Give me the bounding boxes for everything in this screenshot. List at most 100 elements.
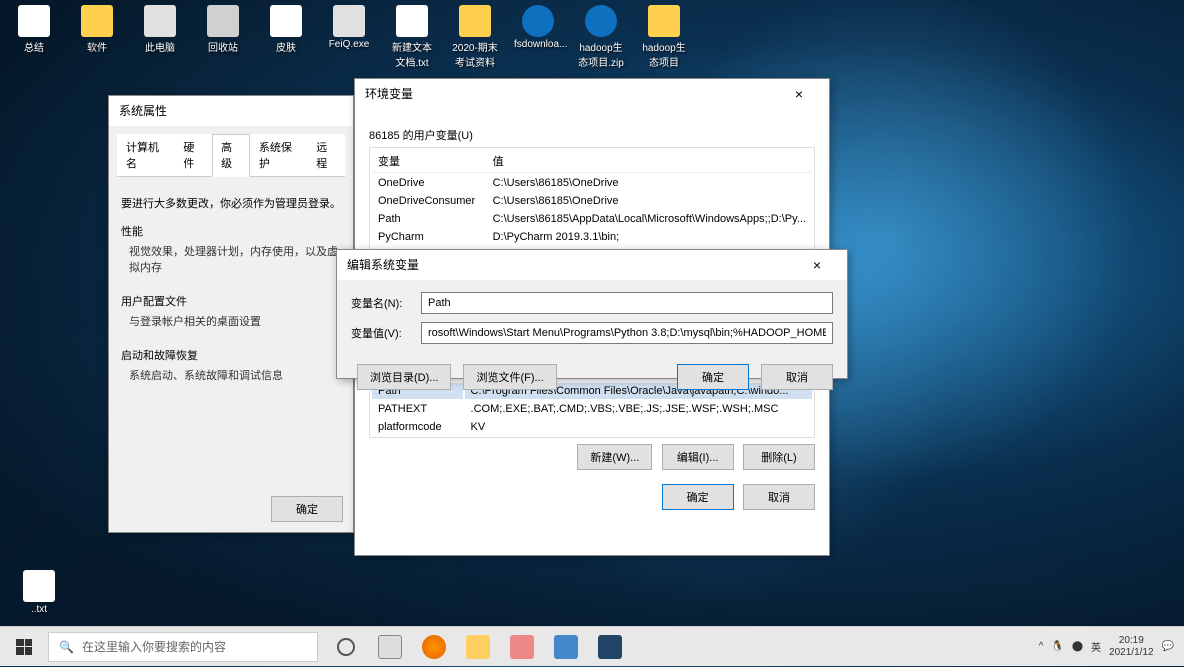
icon-label: 此电脑 xyxy=(136,39,184,54)
desktop-icon[interactable]: fsdownloa... xyxy=(514,5,562,69)
table-row[interactable]: platformcodeKV xyxy=(372,419,812,435)
ok-button[interactable]: 确定 xyxy=(677,364,749,390)
taskbar-apps xyxy=(326,627,630,667)
table-row[interactable]: OneDriveC:\Users\86185\OneDrive xyxy=(372,175,812,191)
icon-label: 回收站 xyxy=(199,39,247,54)
new-button[interactable]: 新建(W)... xyxy=(577,444,652,470)
system-tray: ^ 🐧 ⬤ 英 20:19 2021/1/12 💬 xyxy=(1039,635,1184,659)
close-icon[interactable]: × xyxy=(779,79,819,109)
section-desc: 视觉效果，处理器计划，内存使用，以及虚拟内存 xyxy=(121,243,341,275)
search-input[interactable]: 🔍 在这里输入你要搜索的内容 xyxy=(48,632,318,662)
notifications-icon[interactable]: 💬 xyxy=(1162,641,1174,652)
section-title: 性能 xyxy=(121,223,341,239)
tab-远程[interactable]: 远程 xyxy=(307,134,345,176)
icon-label: 软件 xyxy=(73,39,121,54)
desktop-icon[interactable]: ..txt xyxy=(15,570,63,615)
dialog-titlebar[interactable]: 系统属性 xyxy=(109,96,353,126)
desktop-icon[interactable]: 总结 xyxy=(10,5,58,69)
taskbar: 🔍 在这里输入你要搜索的内容 ^ 🐧 ⬤ 英 20:19 2021/1/12 💬 xyxy=(0,626,1184,666)
tab-计算机名[interactable]: 计算机名 xyxy=(117,134,174,176)
icon-label: 总结 xyxy=(10,39,58,54)
section-title: 用户配置文件 xyxy=(121,293,341,309)
var-value-input[interactable] xyxy=(421,322,833,344)
cancel-button[interactable]: 取消 xyxy=(743,484,815,510)
icon-label: 新建文本文档.txt xyxy=(388,39,436,69)
desktop-icon[interactable]: 回收站 xyxy=(199,5,247,69)
browse-file-button[interactable]: 浏览文件(F)... xyxy=(463,364,556,390)
folder-icon xyxy=(459,5,491,37)
tray-icon[interactable]: 🐧 xyxy=(1051,641,1063,652)
ok-button[interactable]: 确定 xyxy=(662,484,734,510)
app-icon[interactable] xyxy=(502,627,542,667)
section-title: 启动和故障恢复 xyxy=(121,347,341,363)
zip-icon xyxy=(522,5,554,37)
var-name-label: 变量名(N): xyxy=(351,295,421,311)
dialog-title-text: 系统属性 xyxy=(119,96,167,126)
desktop-icon[interactable]: 软件 xyxy=(73,5,121,69)
file-icon xyxy=(23,570,55,602)
app-icon[interactable] xyxy=(546,627,586,667)
table-row[interactable]: PATHEXT.COM;.EXE;.BAT;.CMD;.VBS;.VBE;.JS… xyxy=(372,401,812,417)
dialog-title-text: 编辑系统变量 xyxy=(347,250,419,280)
table-row[interactable]: PyCharmD:\PyCharm 2019.3.1\bin; xyxy=(372,229,812,245)
desktop-icon[interactable]: 此电脑 xyxy=(136,5,184,69)
ok-button[interactable]: 确定 xyxy=(271,496,343,522)
edit-button[interactable]: 编辑(I)... xyxy=(662,444,734,470)
icon-label: fsdownloa... xyxy=(514,39,562,50)
desktop-icon[interactable]: 2020-期末考试资料 xyxy=(451,5,499,69)
ime-indicator[interactable]: 英 xyxy=(1091,639,1101,654)
cancel-button[interactable]: 取消 xyxy=(761,364,833,390)
desktop-icon[interactable]: 新建文本文档.txt xyxy=(388,5,436,69)
pc-icon xyxy=(144,5,176,37)
folder-icon xyxy=(81,5,113,37)
icon-label: 2020-期末考试资料 xyxy=(451,39,499,69)
icon-label: hadoop生态项目 xyxy=(640,39,688,69)
tab-系统保护[interactable]: 系统保护 xyxy=(250,134,307,176)
var-name-input[interactable] xyxy=(421,292,833,314)
close-icon[interactable]: × xyxy=(797,250,837,280)
desktop-icon[interactable]: FeiQ.exe xyxy=(325,5,373,69)
dialog-titlebar[interactable]: 编辑系统变量 × xyxy=(337,250,847,280)
folder-icon xyxy=(648,5,680,37)
txt-icon xyxy=(270,5,302,37)
windows-logo-icon xyxy=(16,639,32,655)
desktop-icons-row: 总结软件此电脑回收站皮肤 FeiQ.exe 新建文本文档.txt 2020-期末考试资… xyxy=(10,5,688,69)
tray-icon[interactable]: ⬤ xyxy=(1072,641,1083,652)
trash-icon xyxy=(207,5,239,37)
start-button[interactable] xyxy=(0,627,48,667)
dialog-body: 变量名(N): 变量值(V): xyxy=(337,280,847,364)
desktop-icon[interactable]: hadoop生态项目 xyxy=(640,5,688,69)
explorer-icon[interactable] xyxy=(458,627,498,667)
section-desc: 系统启动、系统故障和调试信息 xyxy=(121,367,341,383)
table-row[interactable]: OneDriveConsumerC:\Users\86185\OneDrive xyxy=(372,193,812,209)
txt-icon xyxy=(18,5,50,37)
txt-icon xyxy=(396,5,428,37)
browse-dir-button[interactable]: 浏览目录(D)... xyxy=(357,364,451,390)
system-properties-dialog: 系统属性 计算机名硬件高级系统保护远程 要进行大多数更改，你必须作为管理员登录。… xyxy=(108,95,354,533)
tray-chevron-icon[interactable]: ^ xyxy=(1039,641,1044,652)
tabs: 计算机名硬件高级系统保护远程 xyxy=(117,134,345,177)
admin-note: 要进行大多数更改，你必须作为管理员登录。 xyxy=(121,195,341,211)
zip-icon xyxy=(585,5,617,37)
icon-label: 皮肤 xyxy=(262,39,310,54)
var-value-label: 变量值(V): xyxy=(351,325,421,341)
task-view-icon[interactable] xyxy=(370,627,410,667)
app-icon[interactable] xyxy=(590,627,630,667)
search-icon: 🔍 xyxy=(59,640,74,654)
tab-硬件[interactable]: 硬件 xyxy=(174,134,212,176)
desktop-icon[interactable]: 皮肤 xyxy=(262,5,310,69)
tab-高级[interactable]: 高级 xyxy=(212,134,250,177)
desktop-icon[interactable]: hadoop生态项目.zip xyxy=(577,5,625,69)
edit-system-variable-dialog: 编辑系统变量 × 变量名(N): 变量值(V): 浏览目录(D)... 浏览文件… xyxy=(336,249,848,379)
delete-button[interactable]: 删除(L) xyxy=(743,444,815,470)
table-row[interactable]: PathC:\Users\86185\AppData\Local\Microso… xyxy=(372,211,812,227)
dialog-title-text: 环境变量 xyxy=(365,79,413,109)
dialog-titlebar[interactable]: 环境变量 × xyxy=(355,79,829,109)
user-vars-label: 86185 的用户变量(U) xyxy=(369,127,815,143)
cortana-icon[interactable] xyxy=(326,627,366,667)
icon-label: ..txt xyxy=(15,604,63,615)
clock[interactable]: 20:19 2021/1/12 xyxy=(1109,635,1154,659)
dialog-body: 要进行大多数更改，你必须作为管理员登录。 性能视觉效果，处理器计划，内存使用，以… xyxy=(109,177,353,411)
section-desc: 与登录帐户相关的桌面设置 xyxy=(121,313,341,329)
firefox-icon[interactable] xyxy=(414,627,454,667)
